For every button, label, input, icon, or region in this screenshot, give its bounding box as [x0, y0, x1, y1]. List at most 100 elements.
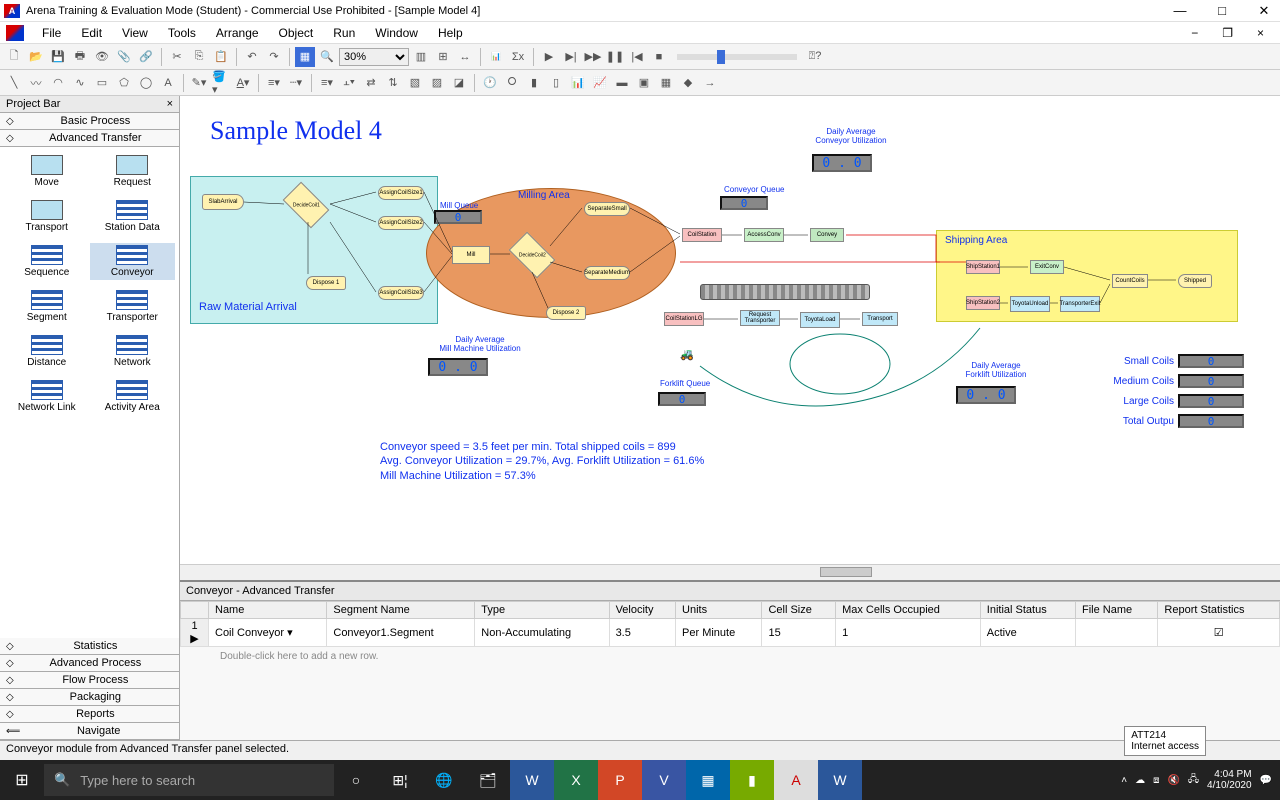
section-navigate[interactable]: Navigate — [0, 723, 179, 740]
distribute-icon[interactable]: ⫠▾ — [339, 73, 359, 93]
level-icon[interactable]: ▯ — [546, 73, 566, 93]
layers-icon[interactable]: ▦ — [295, 47, 315, 67]
module-distance[interactable]: Distance — [4, 333, 90, 370]
module-transport[interactable]: Transport — [4, 198, 90, 235]
block-mill[interactable]: Mill — [452, 246, 490, 264]
polygon-icon[interactable]: ⬠ — [114, 73, 134, 93]
taskbar-search[interactable]: 🔍 Type here to search — [44, 764, 334, 796]
text-color-icon[interactable]: A▾ — [233, 73, 253, 93]
section-packaging[interactable]: Packaging — [0, 689, 179, 706]
section-reports[interactable]: Reports — [0, 706, 179, 723]
menu-run[interactable]: Run — [323, 24, 365, 42]
menu-tools[interactable]: Tools — [158, 24, 206, 42]
tray-chevron-icon[interactable]: ˄ — [1121, 775, 1127, 786]
onedrive-icon[interactable]: ☁ — [1135, 775, 1145, 786]
start-button[interactable]: ⊞ — [0, 760, 44, 800]
network-icon[interactable]: 🖧 — [1188, 772, 1199, 789]
block-ship1[interactable]: ShipStation1 — [966, 260, 1000, 274]
block-assign2[interactable]: AssignCoilSize2 — [378, 216, 424, 230]
print-icon[interactable]: 🖶 — [70, 47, 90, 67]
module-conveyor[interactable]: Conveyor — [90, 243, 176, 280]
block-coil-station-lg[interactable]: CoilStationLG — [664, 312, 704, 326]
block-slab-arrival[interactable]: SlabArrival — [202, 194, 244, 210]
menu-file[interactable]: File — [32, 24, 71, 42]
speed-slider[interactable] — [677, 54, 797, 60]
block-sep-small[interactable]: SeparateSmall — [584, 202, 630, 216]
section-flow-process[interactable]: Flow Process — [0, 672, 179, 689]
open-icon[interactable]: 📂 — [26, 47, 46, 67]
module-activity-area[interactable]: Activity Area — [90, 378, 176, 415]
menu-view[interactable]: View — [112, 24, 158, 42]
module-move[interactable]: Move — [4, 153, 90, 190]
dropbox-icon[interactable]: ⧈ — [1153, 775, 1159, 786]
fast-icon[interactable]: ▶▶ — [583, 47, 603, 67]
block-request-trans[interactable]: Request Transporter — [740, 310, 780, 326]
data-grid[interactable]: NameSegment NameType VelocityUnitsCell S… — [180, 601, 1280, 647]
flip-h-icon[interactable]: ⇄ — [361, 73, 381, 93]
arena-icon[interactable]: A — [774, 760, 818, 800]
block-assign1[interactable]: AssignCoilSize1 — [378, 186, 424, 200]
minimize-button[interactable]: — — [1168, 3, 1192, 19]
word-icon[interactable]: W — [510, 760, 554, 800]
grid-icon[interactable]: ▥ — [411, 47, 431, 67]
block-shipped[interactable]: Shipped — [1178, 274, 1212, 288]
menu-arrange[interactable]: Arrange — [206, 24, 269, 42]
polyline-icon[interactable]: 〰 — [26, 73, 46, 93]
visio-icon[interactable]: V — [642, 760, 686, 800]
word2-icon[interactable]: W — [818, 760, 862, 800]
task-view-icon[interactable]: ⊞¦ — [378, 760, 422, 800]
snap-icon[interactable]: ⊞ — [433, 47, 453, 67]
block-coil-station[interactable]: CoilStation — [682, 228, 722, 242]
close-button[interactable]: ✕ — [1252, 3, 1276, 19]
menu-window[interactable]: Window — [365, 24, 428, 42]
module-transporter[interactable]: Transporter — [90, 288, 176, 325]
model-canvas[interactable]: Sample Model 4 Raw Material Arrival Slab… — [180, 96, 1280, 564]
zoom-icon[interactable]: 🔍 — [317, 47, 337, 67]
histogram-icon[interactable]: 📊 — [568, 73, 588, 93]
notifications-icon[interactable]: 💬 — [1260, 775, 1272, 786]
pen-color-icon[interactable]: ✎▾ — [189, 73, 209, 93]
section-statistics[interactable]: Statistics — [0, 638, 179, 655]
block-convey[interactable]: Convey — [810, 228, 844, 242]
module-sequence[interactable]: Sequence — [4, 243, 90, 280]
module-request[interactable]: Request — [90, 153, 176, 190]
mdi-minimize-button[interactable]: − — [1181, 24, 1208, 42]
paste-icon[interactable]: 📋 — [211, 47, 231, 67]
bezier-icon[interactable]: ∿ — [70, 73, 90, 93]
section-advanced-process[interactable]: Advanced Process — [0, 655, 179, 672]
copy-icon[interactable]: ⎘ — [189, 47, 209, 67]
zoom-select[interactable]: 30% — [339, 48, 409, 66]
block-ship2[interactable]: ShipStation2 — [966, 296, 1000, 310]
ellipse-icon[interactable]: ◯ — [136, 73, 156, 93]
block-access-conv[interactable]: AccessConv — [744, 228, 784, 242]
flip-v-icon[interactable]: ⇅ — [383, 73, 403, 93]
block-sep-med[interactable]: SeparateMedium — [584, 266, 630, 280]
date-icon[interactable]: ⭘ — [502, 73, 522, 93]
mdi-restore-button[interactable]: ❐ — [1212, 24, 1243, 42]
cortana-icon[interactable]: ○ — [334, 760, 378, 800]
arc-icon[interactable]: ◠ — [48, 73, 68, 93]
save-icon[interactable]: 💾 — [48, 47, 68, 67]
fill-color-icon[interactable]: 🪣▾ — [211, 73, 231, 93]
play-icon[interactable]: ▶ — [539, 47, 559, 67]
cut-icon[interactable]: ✂ — [167, 47, 187, 67]
module-network-link[interactable]: Network Link — [4, 378, 90, 415]
sigma-icon[interactable]: Σx — [508, 47, 528, 67]
volume-icon[interactable]: 🔇 — [1167, 775, 1179, 786]
attach-icon[interactable]: 📎 — [114, 47, 134, 67]
maximize-button[interactable]: □ — [1210, 3, 1234, 19]
siman-icon[interactable]: 📊 — [486, 47, 506, 67]
section-basic-process[interactable]: Basic Process — [0, 113, 179, 130]
line-icon[interactable]: ╲ — [4, 73, 24, 93]
max-icon[interactable]: ▦ — [686, 760, 730, 800]
station-icon[interactable]: ◆ — [678, 73, 698, 93]
block-toyota-load[interactable]: ToyotaLoad — [800, 312, 840, 328]
route-icon[interactable]: → — [700, 73, 720, 93]
block-transport[interactable]: Transport — [862, 312, 898, 326]
pause-icon[interactable]: ❚❚ — [605, 47, 625, 67]
block-exit-conv[interactable]: ExitConv — [1030, 260, 1064, 274]
link-icon[interactable]: 🔗 — [136, 47, 156, 67]
clock-icon[interactable]: 🕐 — [480, 73, 500, 93]
excel-icon[interactable]: X — [554, 760, 598, 800]
undo-icon[interactable]: ↶ — [242, 47, 262, 67]
